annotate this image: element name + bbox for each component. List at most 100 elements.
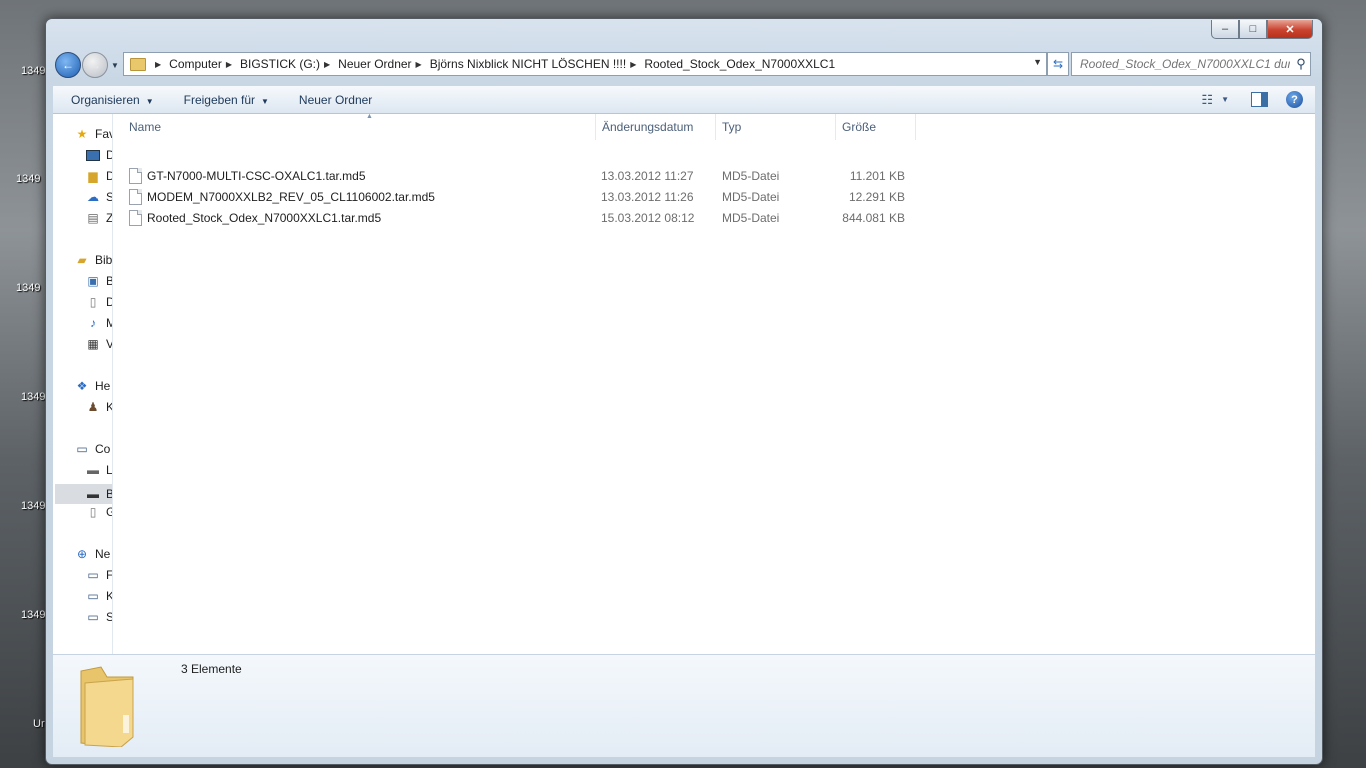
nav-net-pc[interactable]: ▭ F (86, 568, 113, 582)
breadcrumb-label: Neuer Ordner (338, 57, 412, 71)
desktop-icon-label[interactable]: 1349 (21, 65, 45, 77)
search-icon[interactable]: ⚲ (1292, 56, 1310, 72)
column-header-size[interactable]: Größe (836, 114, 916, 140)
nav-lib-pictures[interactable]: ▣B (86, 274, 112, 288)
help-icon[interactable]: ? (1286, 91, 1303, 108)
details-pane: 3 Elemente (53, 654, 1315, 757)
nav-label: Co (95, 442, 111, 456)
file-icon (129, 167, 142, 184)
file-row[interactable]: GT-N7000-MULTI-CSC-OXALC1.tar.md5 13.03.… (129, 165, 919, 186)
preview-pane-icon[interactable] (1251, 92, 1268, 107)
nav-comp-local-disk[interactable]: ▬ L (86, 463, 113, 477)
breadcrumb-root-arrow[interactable]: ▶ (151, 60, 169, 69)
desktop-icon-label[interactable]: 1349 (21, 500, 45, 512)
computer-icon: ▭ (87, 568, 99, 582)
nav-label: Z (106, 211, 113, 225)
breadcrumb-label: BIGSTICK (G:) (240, 57, 321, 71)
nav-label: B (106, 274, 112, 288)
nav-label: L (106, 463, 113, 477)
arrow-right-icon: → (89, 58, 101, 72)
nav-lib-documents[interactable]: ▯D (86, 295, 112, 309)
breadcrumb-folder[interactable]: Björns Nixblick NICHT LÖSCHEN !!!! ▶ (430, 57, 645, 71)
column-header-type[interactable]: Typ (716, 114, 836, 140)
file-date: 15.03.2012 08:12 (601, 210, 695, 225)
new-folder-button[interactable]: Neuer Ordner (281, 93, 384, 107)
nav-comp-phone[interactable]: ▯G (86, 505, 112, 519)
sort-ascending-icon: ▲ (366, 113, 373, 120)
computer-icon: ▭ (76, 442, 88, 456)
breadcrumb-computer[interactable]: Computer ▶ (169, 57, 240, 71)
file-row[interactable]: MODEM_N7000XXLB2_REV_05_CL1106002.tar.md… (129, 186, 919, 207)
chevron-down-icon: ▼ (261, 96, 269, 106)
nav-net-pc[interactable]: ▭S (86, 610, 112, 624)
nav-label: F (106, 568, 113, 582)
file-type: MD5-Datei (722, 189, 780, 204)
nav-fav-skydrive[interactable]: ☁S (86, 190, 112, 204)
command-bar-right: ☷ ▼ ? (1201, 86, 1315, 113)
cloud-icon: ☁ (87, 190, 99, 204)
nav-label: S (106, 190, 112, 204)
file-size: 844.081 KB (842, 210, 905, 225)
file-size: 12.291 KB (848, 189, 905, 204)
nav-fav-recent[interactable]: ▤ Z (86, 211, 113, 225)
desktop-icon-label[interactable]: 1349 (16, 173, 40, 185)
back-button[interactable]: ← (55, 52, 81, 78)
nav-net-pc[interactable]: ▭K (86, 589, 112, 603)
nav-homegroup[interactable]: ❖ He (75, 379, 111, 393)
desktop-icon-label[interactable]: Ur (33, 718, 45, 730)
breadcrumb-drive[interactable]: BIGSTICK (G:) ▶ (240, 57, 338, 71)
nav-comp-bigstick-selected[interactable]: ▬B (55, 484, 112, 504)
breadcrumb-label: Computer (169, 57, 222, 71)
minimize-button[interactable]: – (1211, 20, 1239, 39)
organize-button[interactable]: Organisieren ▼ (53, 93, 166, 107)
change-view-icon[interactable]: ☷ (1201, 92, 1213, 108)
file-name: Rooted_Stock_Odex_N7000XXLC1.tar.md5 (147, 210, 382, 225)
nav-label: Fav (95, 127, 112, 141)
desktop-icon-label[interactable]: 1349 (21, 609, 45, 621)
refresh-button[interactable]: ⇆ (1047, 52, 1069, 76)
search-box[interactable]: ⚲ (1071, 52, 1311, 76)
nav-libraries[interactable]: ▰ Bib (75, 253, 112, 267)
chevron-down-icon: ▼ (145, 96, 154, 106)
item-count: 3 Elemente (181, 662, 242, 676)
nav-fav-downloads[interactable]: ▆D (86, 169, 112, 183)
breadcrumb-current[interactable]: Rooted_Stock_Odex_N7000XXLC1 (644, 57, 835, 71)
nav-label: K (106, 400, 112, 414)
library-icon: ▰ (77, 253, 87, 267)
nav-computer[interactable]: ▭ Co (75, 442, 110, 456)
share-with-button[interactable]: Freigeben für ▼ (166, 93, 281, 107)
recent-pages-dropdown[interactable]: ▼ (111, 61, 119, 70)
file-row[interactable]: Rooted_Stock_Odex_N7000XXLC1.tar.md5 15.… (129, 207, 919, 228)
nav-fav-desktop[interactable]: D (86, 148, 112, 162)
close-button[interactable]: ✕ (1267, 20, 1313, 39)
nav-label: Ne (95, 547, 111, 561)
phone-icon: ▯ (89, 505, 97, 519)
chevron-down-icon[interactable]: ▼ (1221, 95, 1229, 104)
desktop-icon-label[interactable]: 1349 (21, 391, 45, 403)
navigation-row: ← → ▼ ▶ Computer ▶ BIGSTICK (G:) ▶ Neuer O… (53, 49, 1315, 83)
pictures-icon: ▣ (87, 274, 99, 288)
forward-button[interactable]: → (82, 52, 108, 78)
column-header-date[interactable]: Änderungsdatum (596, 114, 716, 140)
nav-lib-videos[interactable]: ▦V (86, 337, 112, 351)
address-bar[interactable]: ▶ Computer ▶ BIGSTICK (G:) ▶ Neuer Ordner ▶… (123, 52, 1047, 76)
documents-icon: ▯ (89, 295, 97, 309)
nav-label: D (106, 148, 112, 162)
desktop-icon-label[interactable]: 1349 (16, 282, 40, 294)
nav-label: He (95, 379, 111, 393)
maximize-button[interactable]: □ (1239, 20, 1267, 39)
video-icon: ▦ (87, 337, 99, 351)
chevron-right-icon: ▶ (324, 59, 331, 69)
nav-label: M (106, 316, 112, 330)
nav-favorites[interactable]: ★ Fav (75, 127, 112, 141)
column-header-name[interactable]: Name ▲ (123, 113, 596, 140)
folder-icon (130, 57, 146, 71)
breadcrumb-folder[interactable]: Neuer Ordner ▶ (338, 57, 430, 71)
search-input[interactable] (1072, 56, 1292, 72)
nav-lib-music[interactable]: ♪M (86, 316, 112, 330)
nav-network[interactable]: ⊕ Ne (75, 547, 110, 561)
file-name: GT-N7000-MULTI-CSC-OXALC1.tar.md5 (147, 168, 366, 183)
nav-home-user[interactable]: ♟K (86, 400, 112, 414)
address-dropdown-icon[interactable]: ▼ (1033, 57, 1042, 67)
nav-label: S (106, 610, 112, 624)
